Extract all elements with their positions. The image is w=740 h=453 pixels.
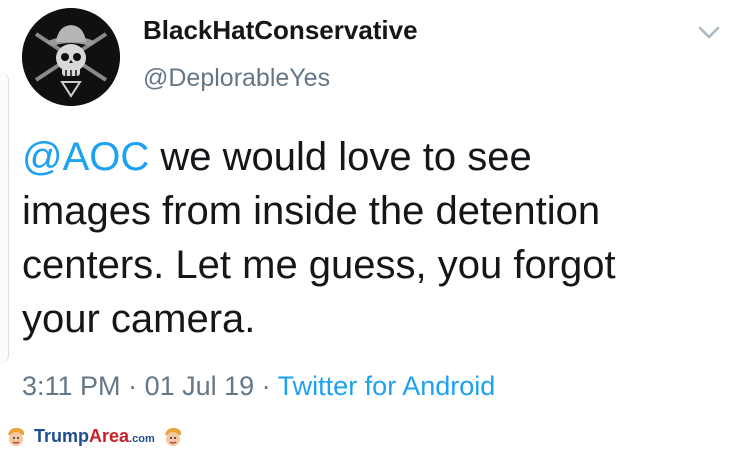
- tweet-date[interactable]: 01 Jul 19: [145, 371, 255, 401]
- author-handle[interactable]: @DeplorableYes: [143, 62, 330, 94]
- skull-logo-icon: [22, 8, 120, 106]
- watermark-text: TrumpArea.com: [34, 426, 155, 449]
- tweet-time[interactable]: 3:11 PM: [22, 371, 121, 401]
- watermark-part: .com: [129, 432, 155, 445]
- tweet-text-line: @AOC we would love to see: [22, 130, 722, 184]
- watermark-part: Trump: [34, 425, 90, 446]
- previous-card-edge: [0, 72, 9, 364]
- tweet-text-line: images from inside the detention: [22, 189, 601, 233]
- watermark: TrumpArea.com: [4, 424, 185, 450]
- tweet-menu-button[interactable]: [696, 22, 722, 42]
- tweet-meta: 3:11 PM · 01 Jul 19 · Twitter for Androi…: [22, 368, 495, 404]
- mention-link[interactable]: @AOC: [22, 135, 149, 179]
- avatar[interactable]: [22, 8, 120, 106]
- tweet-text-line: centers. Let me guess, you forgot: [22, 243, 616, 287]
- trump-cartoon-icon: [8, 427, 25, 446]
- tweet-source-link[interactable]: Twitter for Android: [278, 371, 496, 401]
- tweet-text-segment: we would love to see: [149, 135, 532, 179]
- meta-separator: ·: [120, 371, 145, 401]
- tweet-text-line: your camera.: [22, 297, 256, 341]
- watermark-part: Area: [89, 425, 130, 446]
- chevron-down-icon: [698, 26, 720, 39]
- trump-cartoon-icon: [164, 427, 181, 446]
- meta-separator: ·: [254, 371, 278, 401]
- tweet-text: @AOC we would love to see images from in…: [22, 130, 722, 346]
- author-display-name[interactable]: BlackHatConservative: [143, 14, 418, 46]
